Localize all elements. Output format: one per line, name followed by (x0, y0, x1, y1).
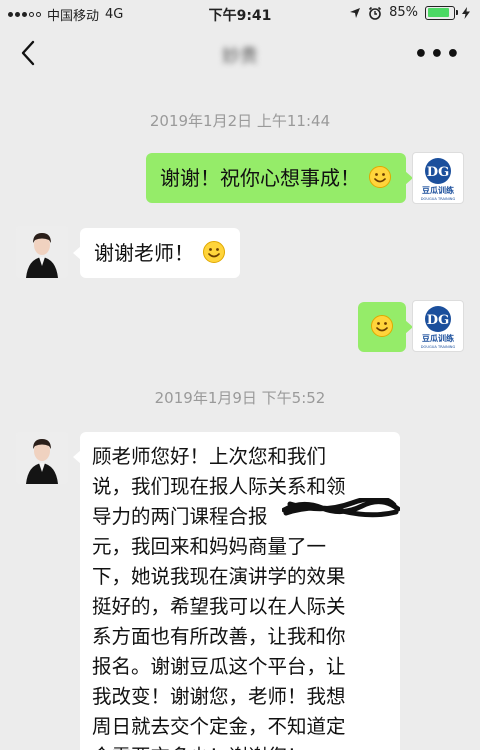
svg-text:豆瓜训练: 豆瓜训练 (422, 185, 454, 195)
more-dots-icon[interactable]: ••• (414, 42, 462, 67)
sent-emoji-message[interactable] (358, 302, 413, 352)
svg-text:DOUGUA TRAINING: DOUGUA TRAINING (421, 345, 456, 349)
contact-avatar[interactable] (16, 432, 68, 484)
battery-percent: 85% (389, 5, 418, 20)
person-photo-icon (16, 432, 68, 484)
svg-text:DG: DG (427, 165, 449, 180)
svg-text:DOUGUA TRAINING: DOUGUA TRAINING (421, 197, 456, 201)
sent-message[interactable]: 谢谢！祝你心想事成！ (146, 153, 413, 203)
dougua-logo-icon: DG 豆瓜训练 DOUGUA TRAINING (421, 306, 456, 349)
received-message[interactable]: 谢谢老师！ (73, 228, 240, 278)
my-avatar[interactable]: DG 豆瓜训练 DOUGUA TRAINING (412, 300, 464, 352)
dougua-logo-icon: DG 豆瓜训练 DOUGUA TRAINING (421, 158, 456, 201)
battery-level (427, 8, 449, 17)
my-avatar[interactable]: DG 豆瓜训练 DOUGUA TRAINING (412, 152, 464, 204)
smiley-face-icon (371, 315, 393, 337)
message-timestamp: 2019年1月2日 上午11:44 (149, 112, 331, 130)
smiley-face-icon (203, 241, 225, 263)
person-photo-icon (16, 226, 68, 278)
location-arrow-icon (350, 7, 361, 18)
chat-title: 妙贵 (222, 46, 258, 67)
battery-icon (425, 5, 458, 20)
chat-header: 妙贵 ••• (0, 28, 480, 82)
status-bar: 中国移动 4G 下午9:41 85% (0, 0, 480, 28)
message-text: 顾老师您好！上次您和我们 说，我们现在报人际关系和领 导力的两门课程合报 元，我… (92, 445, 346, 750)
svg-text:DG: DG (427, 313, 449, 328)
status-right: 85% (349, 5, 470, 20)
message-timestamp: 2019年1月9日 下午5:52 (154, 389, 326, 407)
received-message[interactable]: 顾老师您好！上次您和我们 说，我们现在报人际关系和领 导力的两门课程合报 元，我… (73, 432, 400, 750)
alarm-clock-icon (369, 6, 382, 20)
svg-text:豆瓜训练: 豆瓜训练 (422, 333, 454, 343)
message-text: 谢谢！祝你心想事成！ (160, 166, 360, 190)
charging-icon (462, 6, 470, 19)
redaction-scribble (282, 498, 400, 518)
message-text: 谢谢老师！ (94, 241, 194, 265)
smiley-face-icon (369, 166, 391, 188)
contact-avatar[interactable] (16, 226, 68, 278)
